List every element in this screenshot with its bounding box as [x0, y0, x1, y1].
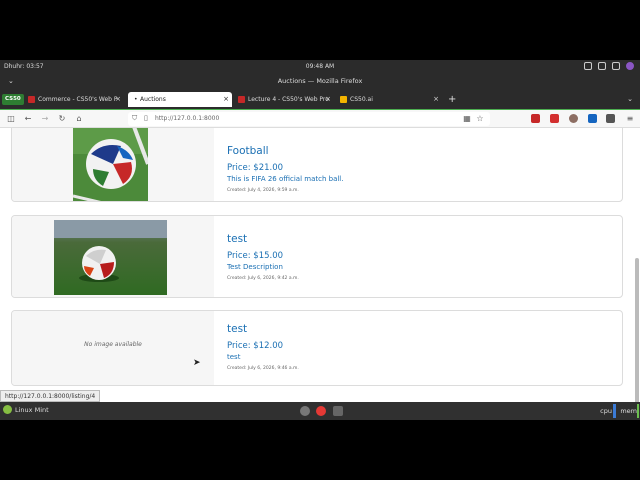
- close-icon[interactable]: ×: [115, 92, 121, 107]
- star-icon[interactable]: ☆: [474, 113, 486, 125]
- tab-label: Lecture 4 - CS50's Web Pro: [248, 96, 329, 103]
- close-icon[interactable]: ×: [223, 92, 229, 107]
- home-icon[interactable]: ⌂: [73, 113, 85, 125]
- close-icon[interactable]: ×: [433, 92, 439, 107]
- address-bar[interactable]: ⛉ ▯ http://127.0.0.1:8000: [128, 112, 490, 126]
- listing-created: Created: July 6, 2026, 9:42 a.m.: [227, 276, 299, 281]
- football-image[interactable]: [73, 128, 148, 202]
- mem-graph[interactable]: [637, 404, 639, 418]
- arrow-right-icon[interactable]: →: [39, 113, 51, 125]
- listing-info: test Price: $15.00 Test Description Crea…: [227, 233, 299, 281]
- listing-title[interactable]: Football: [227, 145, 343, 157]
- listing-created: Created: July 6, 2026, 9:46 a.m.: [227, 366, 299, 371]
- listing-description: This is FIFA 26 official match ball.: [227, 175, 344, 183]
- listing-description: Test Description: [227, 263, 283, 271]
- tab-bar: CS50 Commerce - CS50's Web P × • Auction…: [0, 90, 640, 109]
- menu-icon[interactable]: ≡: [624, 113, 636, 125]
- extensions-icon[interactable]: [606, 114, 615, 123]
- cs50ai-favicon-icon: [340, 96, 347, 103]
- volume-icon[interactable]: [598, 62, 606, 70]
- arrow-left-icon[interactable]: ←: [22, 113, 34, 125]
- listing-price: Price: $21.00: [227, 163, 284, 173]
- mouse-cursor-icon: ➤: [193, 358, 201, 368]
- cpu-label: cpu: [600, 407, 612, 415]
- grid-icon[interactable]: ▦: [461, 113, 473, 125]
- window-title: Auctions — Mozilla Firefox: [277, 77, 363, 85]
- tab-label: Commerce - CS50's Web P: [38, 96, 118, 103]
- tab-label: CS50.ai: [350, 96, 373, 103]
- listing-created: Created: July 4, 2026, 9:59 a.m.: [227, 188, 299, 193]
- listing-info: test Price: $12.00 test Created: July 6,…: [227, 323, 299, 371]
- power-icon[interactable]: [612, 62, 620, 70]
- navigation-toolbar: ◫ ← → ↻ ⌂ ⛉ ▯ http://127.0.0.1:8000 ▦ ☆ …: [0, 110, 640, 128]
- listing-info: Football Price: $21.00 This is FIFA 26 o…: [227, 145, 343, 193]
- files-icon[interactable]: [333, 406, 343, 416]
- listing-card[interactable]: test Price: $15.00 Test Description Crea…: [11, 215, 623, 298]
- page-content: Football Price: $21.00 This is FIFA 26 o…: [0, 128, 640, 420]
- tab-auctions[interactable]: • Auctions ×: [128, 92, 232, 107]
- link-status-url: http://127.0.0.1:8000/listing/4: [0, 390, 101, 402]
- soccer-ball-image[interactable]: [54, 220, 167, 295]
- screenshot-icon[interactable]: [584, 62, 592, 70]
- listing-image-area: [12, 216, 214, 297]
- shield-icon[interactable]: ⛉: [132, 114, 137, 123]
- close-icon[interactable]: ×: [325, 92, 331, 107]
- start-menu-button[interactable]: Linux Mint: [3, 405, 49, 414]
- user-avatar[interactable]: [626, 62, 634, 70]
- page-icon[interactable]: ▯: [144, 114, 148, 122]
- loading-dot-icon: •: [134, 96, 138, 103]
- screen: Dhuhr: 03:57 09:48 AM ⌄ Auctions — Mozil…: [0, 60, 640, 420]
- window-title-bar: ⌄ Auctions — Mozilla Firefox: [0, 73, 640, 90]
- listing-price: Price: $15.00: [227, 251, 284, 261]
- extension-cookie-icon[interactable]: [569, 114, 578, 123]
- listing-image-area: [12, 128, 214, 201]
- url-text[interactable]: http://127.0.0.1:8000: [155, 115, 219, 122]
- cs50-badge[interactable]: CS50: [2, 94, 24, 105]
- extension-red-icon[interactable]: [550, 114, 559, 123]
- cpu-graph[interactable]: [613, 404, 616, 418]
- plus-icon[interactable]: +: [448, 92, 456, 107]
- cs50-favicon-icon: [238, 96, 245, 103]
- scrollbar[interactable]: [635, 198, 639, 420]
- listing-image-area: No image available: [12, 311, 214, 385]
- cs50-favicon-icon: [28, 96, 35, 103]
- listing-description: test: [227, 353, 241, 361]
- no-image-text: No image available: [84, 341, 142, 348]
- system-tray: [584, 62, 634, 70]
- system-panel: Dhuhr: 03:57 09:48 AM: [0, 60, 640, 73]
- taskbar: Linux Mint cpu mem: [0, 402, 640, 420]
- start-menu-label: Linux Mint: [15, 405, 49, 414]
- mint-logo-icon: [3, 405, 12, 414]
- extension-pdf-icon[interactable]: [588, 114, 597, 123]
- tab-cs50ai[interactable]: CS50.ai ×: [338, 92, 442, 107]
- listing-card[interactable]: Football Price: $21.00 This is FIFA 26 o…: [11, 128, 623, 202]
- chevron-down-icon[interactable]: ⌄: [8, 73, 14, 90]
- chevron-down-icon[interactable]: ⌄: [627, 92, 633, 107]
- scrollbar-thumb[interactable]: [635, 258, 639, 420]
- reload-icon[interactable]: ↻: [56, 113, 68, 125]
- tab-commerce[interactable]: Commerce - CS50's Web P ×: [26, 92, 124, 107]
- tab-lecture[interactable]: Lecture 4 - CS50's Web Pro ×: [236, 92, 334, 107]
- firefox-icon[interactable]: [316, 406, 326, 416]
- mem-label: mem: [620, 407, 637, 415]
- system-clock[interactable]: 09:48 AM: [0, 63, 640, 70]
- tab-label: Auctions: [140, 96, 166, 103]
- listing-title[interactable]: test: [227, 233, 299, 245]
- extension-shield-icon[interactable]: [531, 114, 540, 123]
- taskbar-app-icon[interactable]: [300, 406, 310, 416]
- listing-card[interactable]: No image available test Price: $12.00 te…: [11, 310, 623, 386]
- listing-price: Price: $12.00: [227, 341, 284, 351]
- listing-title[interactable]: test: [227, 323, 299, 335]
- sidebar-toggle-icon[interactable]: ◫: [5, 113, 17, 125]
